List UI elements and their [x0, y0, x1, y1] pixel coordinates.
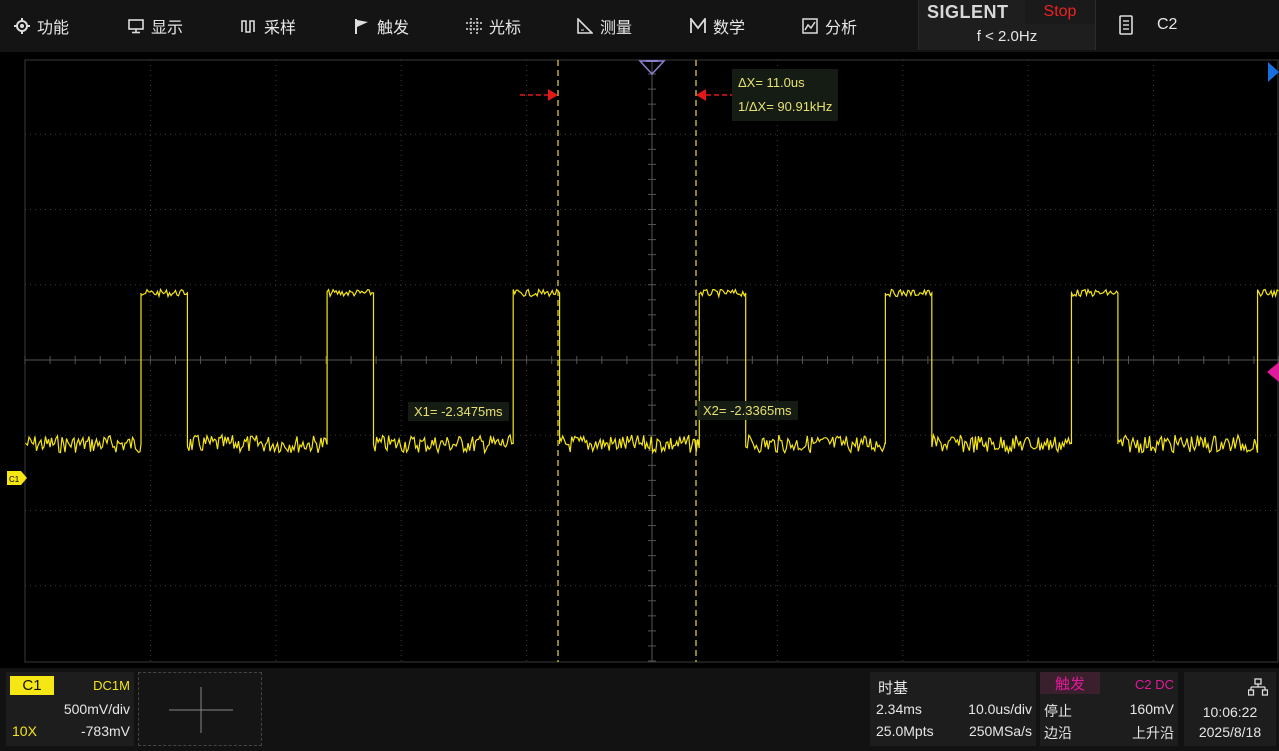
trigger-type: 边沿 [1044, 725, 1072, 741]
cursor-x2-readout: X2= -2.3365ms [697, 401, 798, 420]
analysis-icon [802, 18, 818, 34]
menu-analysis[interactable]: 分析 [802, 0, 857, 52]
scope-display: C1 [7, 59, 1279, 663]
menu-cursor-label: 光标 [489, 20, 522, 37]
trigger-slope: 上升沿 [1132, 725, 1174, 741]
inverse-delta-x-value: 1/ΔX= 90.91kHz [738, 99, 833, 114]
monitor-icon [128, 19, 144, 34]
clock-date: 2025/8/18 [1198, 724, 1262, 740]
menu-function[interactable]: 功能 [14, 0, 69, 52]
trigger-title: 触发 [1040, 672, 1100, 694]
timebase-delay: 2.34ms [876, 701, 922, 717]
menu-display-label: 显示 [151, 20, 184, 37]
channel1-panel[interactable]: C1 DC1M 500mV/div 10X -783mV [6, 672, 134, 746]
clock-time: 10:06:22 [1202, 704, 1258, 720]
trigger-level-marker[interactable] [1267, 362, 1279, 382]
menu-function-label: 功能 [37, 20, 70, 37]
timebase-panel[interactable]: 时基 2.34ms 10.0us/div 25.0Mpts 250MSa/s [870, 672, 1036, 746]
trigger-state: 停止 [1044, 703, 1072, 719]
channel1-scale: 500mV/div [63, 701, 130, 717]
trigger-frequency: f < 2.0Hz [976, 28, 1038, 45]
menu-measure[interactable]: 测量 [577, 0, 632, 52]
menu-math[interactable]: 数学 [690, 0, 745, 52]
bottom-status-bar: C1 DC1M 500mV/div 10X -783mV 时基 2.34ms 1… [0, 668, 1279, 751]
document-icon[interactable] [1118, 15, 1134, 35]
memory-depth: 25.0Mpts [876, 723, 934, 739]
delta-x-value: ΔX= 11.0us [738, 75, 805, 90]
sample-rate: 250MSa/s [968, 723, 1032, 739]
channel1-badge: C1 [10, 676, 54, 695]
menu-acquire[interactable]: 采样 [241, 0, 296, 52]
top-menu-bar: 功能 显示 采样 触发 光标 测量 数学 分析 SIGLENT Stop f <… [0, 0, 1279, 52]
cursor-x1-readout: X1= -2.3475ms [408, 402, 509, 421]
trigger-level: 160mV [1129, 701, 1174, 717]
timebase-scale: 10.0us/div [968, 701, 1032, 717]
menu-acquire-label: 采样 [264, 20, 297, 37]
menu-analysis-label: 分析 [825, 20, 858, 37]
menu-cursor[interactable]: 光标 [466, 0, 521, 52]
math-icon [690, 18, 706, 33]
add-channel-button[interactable] [138, 672, 262, 746]
timebase-title: 时基 [878, 680, 909, 697]
flag-icon [355, 19, 368, 34]
menu-measure-label: 测量 [600, 20, 633, 37]
clock-panel: 10:06:22 2025/8/18 [1184, 672, 1276, 746]
menu-math-label: 数学 [713, 20, 746, 37]
ruler-icon [577, 18, 593, 34]
brand-logo: SIGLENT [927, 2, 1009, 22]
menu-trigger-label: 触发 [377, 20, 410, 37]
active-channel-label[interactable]: C2 [1157, 16, 1177, 34]
plus-icon [169, 687, 233, 733]
network-icon[interactable] [1248, 678, 1268, 696]
waveform-screen[interactable]: C1 ΔX= 11.0us 1/ΔX= 90.91kHz X1= -2.3475… [0, 52, 1279, 668]
status-box[interactable]: SIGLENT Stop f < 2.0Hz [918, 0, 1096, 50]
menu-display[interactable]: 显示 [128, 0, 183, 52]
channel1-offset: -783mV [80, 723, 130, 739]
menu-trigger[interactable]: 触发 [354, 0, 409, 52]
delta-arrow-right [696, 89, 734, 101]
trigger-delay-marker[interactable] [1268, 62, 1279, 82]
channel1-marker-text: C1 [9, 475, 20, 484]
delta-arrow-left [520, 89, 558, 101]
channel1-offset-marker[interactable]: C1 [7, 471, 27, 485]
graticule [24, 59, 1279, 663]
gear-icon [14, 18, 30, 34]
channel1-coupling: DC1M [93, 678, 130, 693]
trigger-source: C2 DC [1134, 677, 1174, 692]
run-stop-badge[interactable]: Stop [1025, 0, 1095, 24]
cursor-icon [466, 18, 482, 34]
trigger-panel[interactable]: 触发 C2 DC 停止 160mV 边沿 上升沿 [1040, 672, 1178, 746]
acquire-icon [241, 20, 255, 33]
delta-readout: ΔX= 11.0us 1/ΔX= 90.91kHz [732, 69, 839, 121]
channel1-probe: 10X [12, 723, 37, 739]
